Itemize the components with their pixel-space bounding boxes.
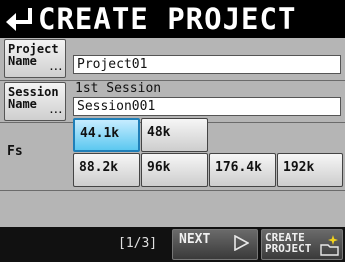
fs-option-192k[interactable]: 192k [277,153,343,187]
divider [0,190,345,191]
create-project-button[interactable]: CREATE PROJECT [261,229,343,260]
fs-option-48k[interactable]: 48k [141,118,208,152]
fs-label: Fs [7,144,23,159]
create-label-line2: PROJECT [265,242,312,255]
page-title: CREATE PROJECT [38,2,297,36]
fs-option-label: 48k [147,125,171,140]
ellipsis-icon: ... [48,106,63,116]
fs-option-96k[interactable]: 96k [141,153,208,187]
fs-option-label: 96k [147,160,171,175]
next-button[interactable]: NEXT [172,229,258,260]
footer-bar: [1/3] NEXT CREATE PROJECT [0,227,345,262]
fs-option-88-2k[interactable]: 88.2k [73,153,140,187]
fs-option-label: 192k [283,160,315,175]
ellipsis-icon: ... [48,63,63,73]
next-button-label: NEXT [179,232,211,247]
play-triangle-icon [233,234,250,255]
fs-option-label: 176.4k [215,160,262,175]
create-project-button-label: CREATE PROJECT [265,232,311,254]
create-project-screen: CREATE PROJECT Project Name ... Project0… [0,0,345,262]
fs-option-176-4k[interactable]: 176.4k [209,153,276,187]
fs-option-label: 88.2k [79,160,119,175]
session-name-field[interactable]: Session001 [73,97,341,116]
return-arrow-icon[interactable] [2,2,38,36]
project-name-button[interactable]: Project Name ... [4,39,66,78]
project-name-field[interactable]: Project01 [73,55,341,74]
fs-option-44-1k[interactable]: 44.1k [73,118,140,152]
fs-option-label: 44.1k [80,126,120,141]
page-indicator: [1/3] [118,236,158,251]
folder-sparkle-icon [318,233,340,261]
divider [0,80,345,81]
title-bar: CREATE PROJECT [0,0,345,38]
session-label: 1st Session [75,81,162,96]
session-name-button[interactable]: Session Name ... [4,82,66,121]
